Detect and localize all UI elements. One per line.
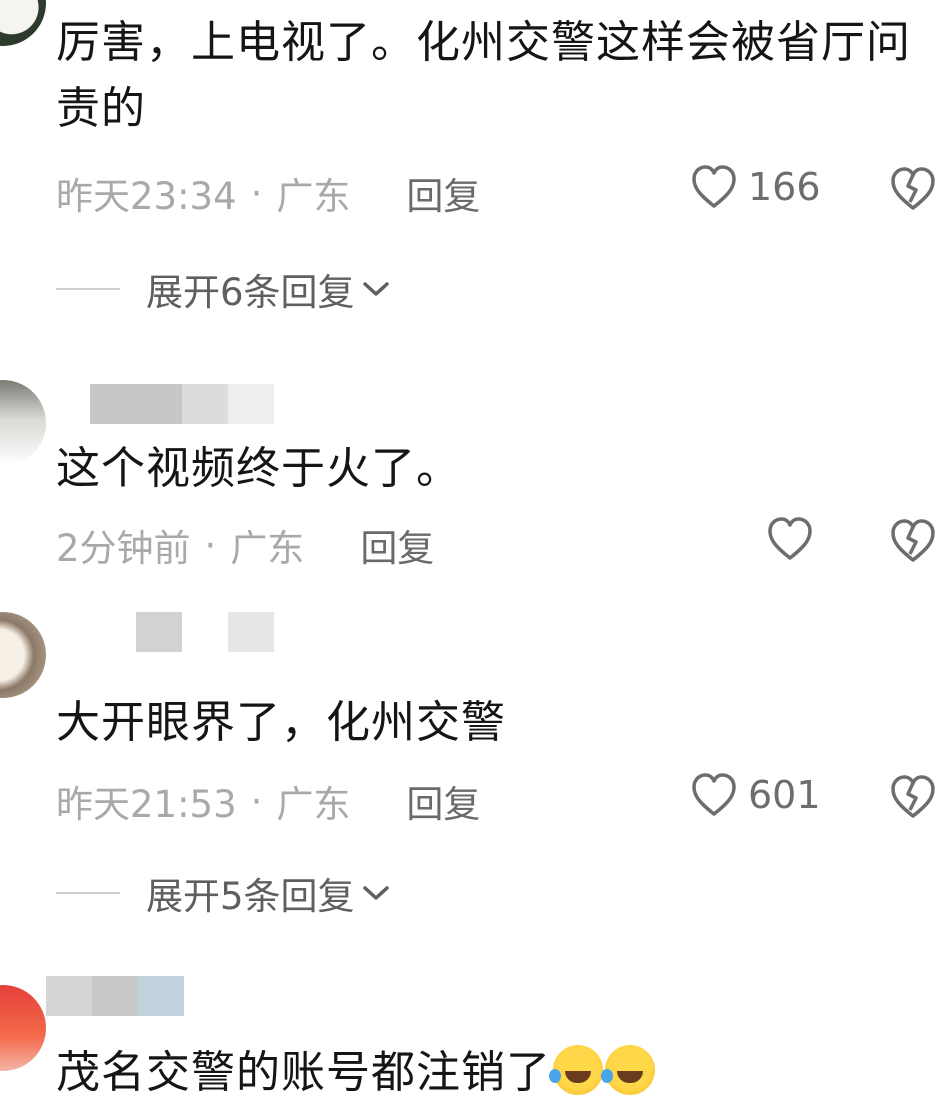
comment-text: 大开眼界了，化州交警 xyxy=(56,697,506,748)
chevron-down-icon xyxy=(362,886,389,900)
username-blurred[interactable] xyxy=(136,612,274,652)
username-blurred[interactable] xyxy=(46,976,184,1016)
like-count: 166 xyxy=(748,165,821,209)
comment-time: 昨天23:34 xyxy=(56,175,237,218)
comment-location: 广东 xyxy=(276,783,351,826)
comment-location: 广东 xyxy=(276,175,351,218)
like-count: 601 xyxy=(748,773,821,817)
comment-meta: 昨天21:53 · 广东 回复 xyxy=(56,774,480,828)
divider-line xyxy=(56,288,120,290)
reply-button[interactable]: 回复 xyxy=(406,774,480,828)
heart-outline-icon xyxy=(692,165,736,208)
broken-heart-icon xyxy=(891,519,935,562)
chevron-down-icon xyxy=(362,282,389,296)
expand-replies-button[interactable]: 展开6条回复 xyxy=(56,262,391,316)
dislike-button[interactable] xyxy=(888,518,938,568)
avatar[interactable] xyxy=(0,612,46,698)
heart-outline-icon xyxy=(692,773,736,816)
comment-meta: 昨天23:34 · 广东 回复 xyxy=(56,166,480,220)
separator-dot: · xyxy=(250,779,263,823)
comment-text: 厉害，上电视了。化州交警这样会被省厅问责的 xyxy=(56,17,911,134)
reply-button[interactable]: 回复 xyxy=(360,518,434,572)
heart-outline-icon xyxy=(768,517,812,560)
broken-heart-icon xyxy=(891,775,935,818)
expand-replies-label: 展开6条回复 xyxy=(146,271,355,314)
expand-replies-button[interactable]: 展开5条回复 xyxy=(56,866,391,920)
comment-meta: 2分钟前 · 广东 回复 xyxy=(56,518,434,572)
comment-time: 昨天21:53 xyxy=(56,783,237,826)
avatar[interactable] xyxy=(0,985,46,1071)
separator-dot: · xyxy=(250,171,263,215)
expand-replies-label: 展开5条回复 xyxy=(146,875,355,918)
like-button[interactable]: 166 xyxy=(690,164,821,210)
divider-line xyxy=(56,892,120,894)
avatar[interactable] xyxy=(0,380,46,466)
avatar[interactable] xyxy=(0,0,46,46)
dislike-button[interactable] xyxy=(888,774,938,824)
comment-time: 2分钟前 xyxy=(56,527,191,570)
comment-text-body: 茂名交警的账号都注销了 xyxy=(56,1047,551,1098)
separator-dot: · xyxy=(204,523,217,567)
comment-list: 厉害，上电视了。化州交警这样会被省厅问责的 昨天23:34 · 广东 回复 16… xyxy=(0,0,945,1110)
comment-location: 广东 xyxy=(230,527,305,570)
dislike-button[interactable] xyxy=(888,166,938,216)
username-blurred[interactable] xyxy=(90,384,274,424)
rofl-emoji-icon xyxy=(549,1045,603,1095)
comment-text: 茂名交警的账号都注销了 xyxy=(56,1040,916,1106)
broken-heart-icon xyxy=(891,167,935,210)
comment-text: 这个视频终于火了。 xyxy=(56,443,461,494)
like-button[interactable]: 601 xyxy=(690,772,821,818)
reply-button[interactable]: 回复 xyxy=(406,166,480,220)
rofl-emoji-icon xyxy=(601,1045,655,1095)
like-button[interactable] xyxy=(766,516,814,562)
